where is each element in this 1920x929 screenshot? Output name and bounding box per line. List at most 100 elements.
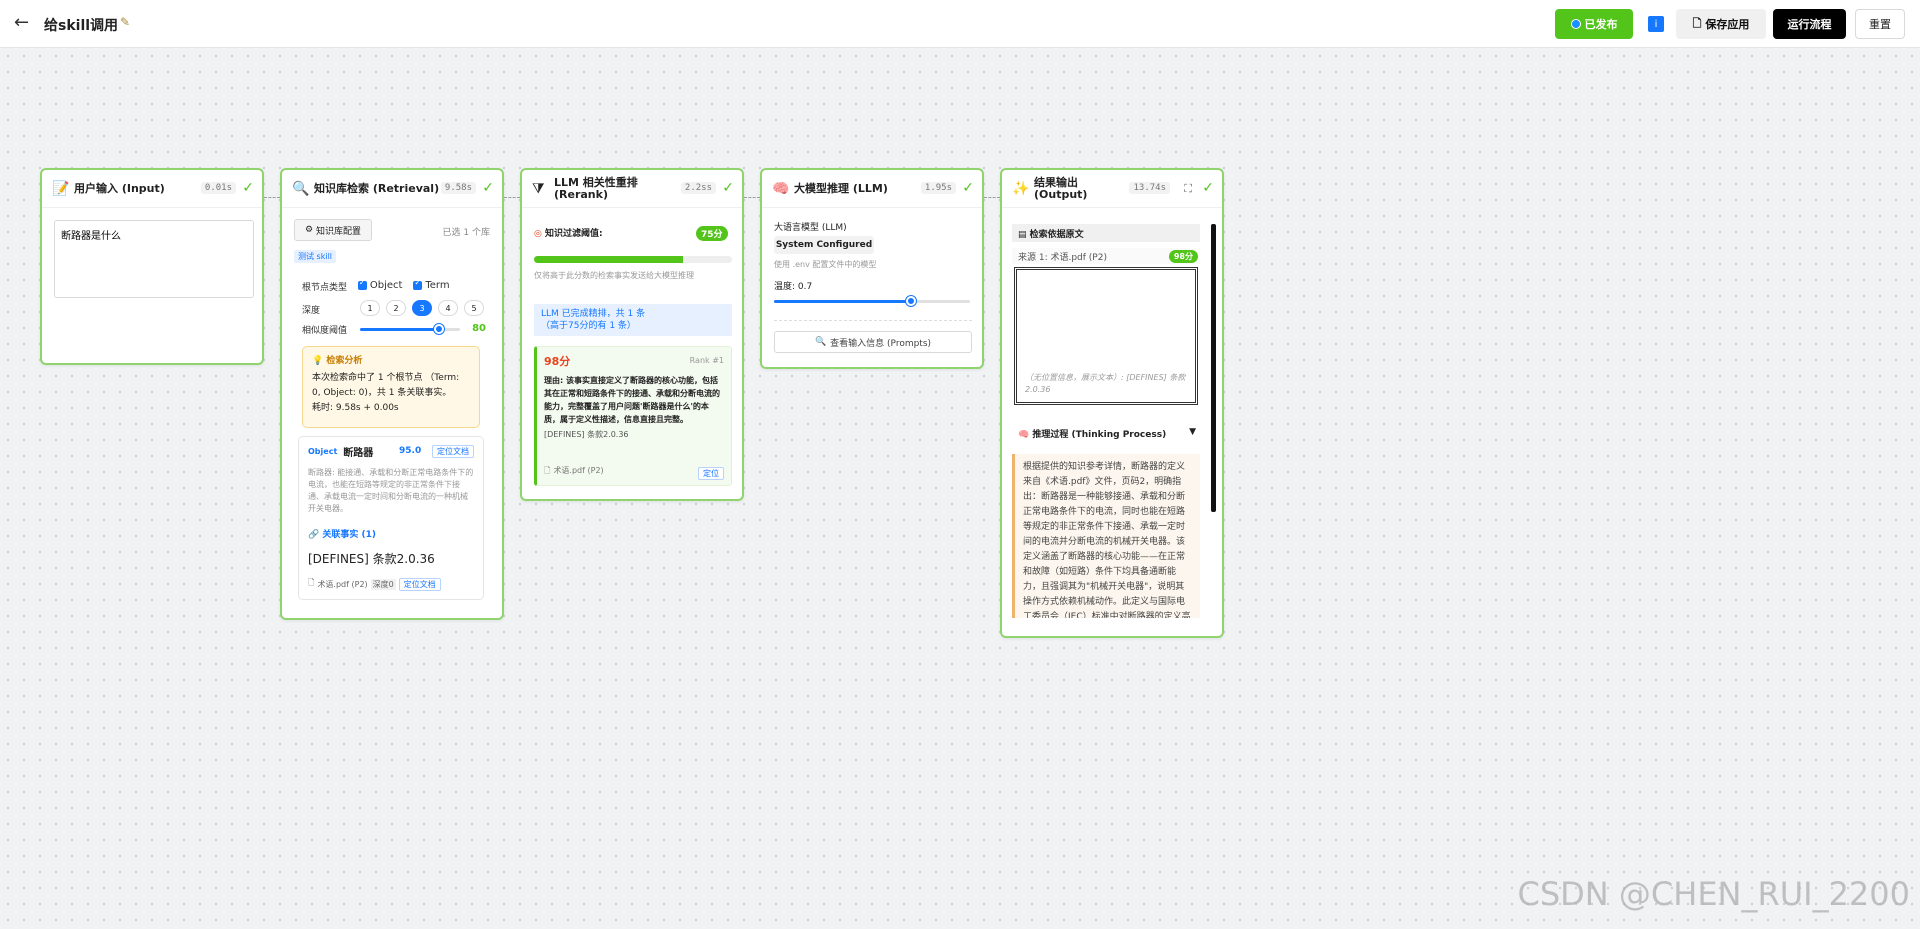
node-title: 知识库检索 (Retrieval) [314, 181, 440, 195]
sparkle-icon: ✨ [1012, 180, 1030, 197]
selected-kb-count: 已选 1 个库 [442, 228, 490, 238]
checkbox-object[interactable]: Object [357, 278, 403, 291]
check-icon: ✓ [242, 180, 254, 196]
user-input-field[interactable]: 断路器是什么 [54, 220, 254, 298]
depth-selector: 1 2 3 4 5 [360, 300, 484, 316]
lightbulb-icon: 💡 [312, 356, 324, 366]
object-card: Object 断路器 95.0 定位文档 断路器: 能接通、承载和分断正常电路条… [298, 436, 484, 600]
similarity-value: 80 [472, 323, 486, 334]
save-app-button[interactable]: 🗋 保存应用 [1676, 9, 1766, 39]
node-time: 1.95s [920, 182, 956, 194]
node-retrieval[interactable]: 🔍 知识库检索 (Retrieval) 9.58s ✓ ⚙ 知识库配置 已选 1… [280, 168, 504, 620]
fact-source: 术语.pdf (P2) [317, 579, 368, 589]
node-time: 9.58s [440, 182, 476, 194]
depth-option[interactable]: 4 [438, 300, 458, 316]
fact-locate-button[interactable]: 定位文档 [398, 577, 441, 591]
reset-button[interactable]: 重置 [1855, 9, 1905, 39]
view-prompts-button[interactable]: 🔍 查看输入信息 (Prompts) [774, 331, 972, 353]
collapse-icon[interactable]: ▼ [1189, 427, 1196, 437]
top-bar: ← 给skill调用 ✎ 已发布 i 🗋 保存应用 运行流程 重置 [0, 0, 1920, 48]
threshold-label: 知识过滤阈值: [545, 229, 603, 239]
facts-label: 关联事实 (1) [322, 530, 376, 540]
check-icon: ✓ [482, 180, 494, 196]
node-title-line2: (Rerank) [554, 187, 608, 201]
search-icon: 🔍 [814, 337, 827, 347]
object-score: 95.0 [399, 446, 422, 456]
rank-locate-button[interactable]: 定位 [698, 467, 724, 480]
edge-rerank-llm [744, 197, 760, 198]
preview-caption: （无位置信息，展示文本）: [DEFINES] 条款2.0.36 [1025, 373, 1186, 394]
source-score: 98分 [1168, 250, 1198, 263]
checkbox-term-label: Term [425, 280, 450, 291]
threshold-badge: 75分 [696, 226, 728, 241]
locate-doc-button[interactable]: 定位文档 [432, 445, 474, 458]
info-icon[interactable]: i [1648, 16, 1664, 32]
checkbox-object-label: Object [369, 280, 403, 291]
node-title: 用户输入 (Input) [74, 181, 165, 195]
thinking-header[interactable]: 🧠 推理过程 (Thinking Process) ▼ [1012, 424, 1200, 442]
rank-clause: [DEFINES] 条款2.0.36 [544, 430, 629, 439]
document-preview[interactable]: （无位置信息，展示文本）: [DEFINES] 条款2.0.36 [1014, 267, 1198, 405]
slider-knob[interactable] [434, 324, 444, 334]
depth-option[interactable]: 5 [464, 300, 484, 316]
model-label: 大语言模型 (LLM) [774, 223, 847, 233]
depth-option-selected[interactable]: 3 [412, 300, 432, 316]
brain-icon: 🧠 [1018, 430, 1030, 440]
temperature-slider[interactable] [774, 296, 970, 306]
scrollbar[interactable] [1211, 224, 1216, 512]
document-icon: ▤ [1018, 230, 1027, 240]
brain-icon: 🧠 [772, 180, 790, 197]
filter-icon: ⧩ [532, 180, 545, 197]
node-input[interactable]: 📝 用户输入 (Input) 0.01s ✓ 断路器是什么 [40, 168, 264, 365]
watermark: CSDN @CHEN_RUI_2200 [1517, 875, 1911, 913]
threshold-hint: 仅将高于此分数的检索事实发送给大模型推理 [534, 271, 694, 280]
slider-knob[interactable] [906, 296, 917, 306]
output-scroll-area[interactable]: ▤ 检索依据原文 来源 1: 术语.pdf (P2) 98分 （无位置信息，展示… [1012, 224, 1210, 618]
node-llm[interactable]: 🧠 大模型推理 (LLM) 1.95s ✓ 大语言模型 (LLM) System… [760, 168, 984, 369]
view-prompts-label: 查看输入信息 (Prompts) [830, 338, 932, 349]
temperature-label: 温度: 0.7 [774, 282, 813, 292]
rank-card: 98分 Rank #1 理由: 该事实直接定义了断路器的核心功能，包括其在正常和… [534, 346, 732, 486]
back-arrow-icon[interactable]: ← [14, 12, 29, 33]
node-time: 13.74s [1129, 182, 1170, 194]
skill-tag[interactable]: 测试 skill [294, 250, 337, 263]
search-icon: 🔍 [292, 180, 310, 197]
object-description: 断路器: 能接通、承载和分断正常电路条件下的电流，也能在短路等规定的非正常条件下… [308, 468, 474, 513]
app-title: 给skill调用 [44, 18, 119, 34]
node-header: 🧠 大模型推理 (LLM) 1.95s ✓ [762, 170, 982, 208]
root-type-label: 根节点类型 [302, 283, 348, 293]
kb-config-label: 知识库配置 [316, 226, 362, 237]
threshold-label-row: ◎ 知识过滤阈值: [534, 226, 603, 239]
analysis-time: 耗时: 9.58s + 0.00s [312, 403, 399, 413]
node-rerank[interactable]: ⧩ LLM 相关性重排 (Rerank) 2.2ss ✓ ◎ 知识过滤阈值: 75… [520, 168, 744, 501]
fact-depth: 深度0 [370, 578, 396, 590]
threshold-progress[interactable] [534, 256, 732, 263]
depth-option[interactable]: 2 [386, 300, 406, 316]
object-tag: Object [308, 447, 338, 456]
node-output[interactable]: ✨ 结果输出 (Output) 13.74s ⛶ ✓ ▤ 检索依据原文 来源 1:… [1000, 168, 1224, 638]
run-flow-button[interactable]: 运行流程 [1773, 9, 1846, 39]
pencil-icon[interactable]: ✎ [120, 15, 130, 29]
evidence-label: 检索依据原文 [1029, 230, 1084, 240]
analysis-title: 检索分析 [326, 356, 363, 366]
kb-config-button[interactable]: ⚙ 知识库配置 [294, 219, 372, 241]
similarity-slider[interactable] [360, 324, 460, 334]
model-hint: 使用 .env 配置文件中的模型 [774, 260, 877, 269]
published-button[interactable]: 已发布 [1555, 9, 1633, 39]
rerank-info-line2: （高于75分的有 1 条） [541, 321, 636, 331]
model-select[interactable]: System Configured [774, 236, 874, 254]
node-header: 🔍 知识库检索 (Retrieval) 9.58s ✓ [282, 170, 502, 208]
file-icon: 🗋 [308, 578, 315, 587]
expand-icon[interactable]: ⛶ [1184, 182, 1192, 196]
link-icon: 🔗 [308, 530, 320, 540]
checkbox-term[interactable]: Term [413, 278, 450, 291]
node-time: 0.01s [200, 182, 236, 194]
depth-option[interactable]: 1 [360, 300, 380, 316]
similarity-label: 相似度阈值 [302, 326, 348, 336]
node-title: 大模型推理 (LLM) [794, 181, 888, 195]
edge-llm-output [984, 197, 1000, 198]
node-header: ⧩ LLM 相关性重排 (Rerank) 2.2ss ✓ [522, 170, 742, 208]
rerank-info-line1: LLM 已完成精排，共 1 条 [541, 309, 646, 319]
check-icon: ✓ [1202, 180, 1214, 196]
published-label: 已发布 [1584, 18, 1618, 31]
